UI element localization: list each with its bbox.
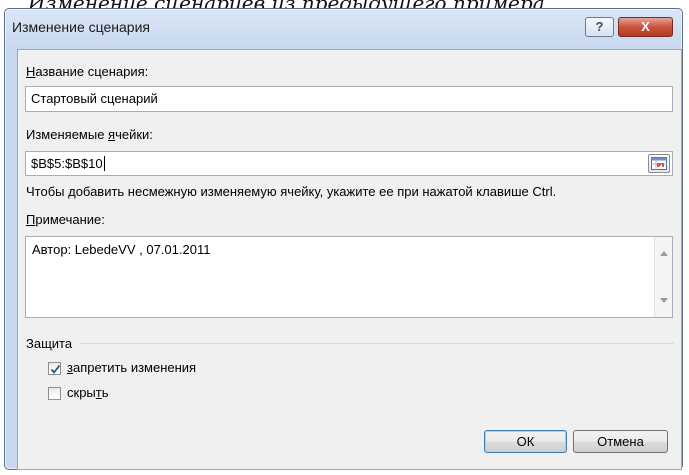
dialog-body: Название сценария: Стартовый сценарий Из… (17, 49, 682, 470)
protection-group-divider (79, 343, 674, 344)
range-selector-glyph (651, 157, 667, 170)
changing-cells-value: $B$5:$B$10 (31, 156, 103, 171)
scenario-name-input[interactable]: Стартовый сценарий (25, 86, 673, 112)
changing-cells-input[interactable]: $B$5:$B$10 (25, 151, 673, 176)
dialog-title: Изменение сценария (12, 19, 150, 35)
range-selector-icon[interactable] (648, 154, 670, 173)
scenario-name-label-accel: Н (26, 64, 36, 79)
hide-checkbox[interactable] (48, 387, 61, 400)
cells-hint-text: Чтобы добавить несмежную изменяемую ячей… (26, 184, 557, 199)
ok-button[interactable]: ОК (484, 430, 567, 453)
help-button[interactable]: ? (585, 17, 614, 37)
cancel-button[interactable]: Отмена (573, 430, 668, 453)
changing-cells-label-post: чейки: (115, 127, 153, 142)
changing-cells-label-pre: Изменяемые (26, 127, 109, 142)
checkmark-icon (50, 364, 61, 374)
comment-textarea[interactable]: Автор: LebedeVV , 07.01.2011 (25, 236, 673, 318)
prevent-changes-label[interactable]: запретить изменения (67, 360, 196, 375)
comment-value: Автор: LebedeVV , 07.01.2011 (32, 242, 211, 257)
hide-label-post: ь (101, 385, 109, 400)
comment-label-accel: П (26, 212, 36, 227)
scroll-up-icon[interactable] (660, 251, 668, 256)
scenario-name-label-text: азвание сценария: (35, 64, 149, 79)
text-caret (103, 156, 105, 171)
scenario-name-label: Название сценария: (26, 64, 148, 79)
comment-scrollbar[interactable] (654, 237, 672, 317)
edit-scenario-dialog: Изменение сценария ? X Название сценария… (4, 8, 683, 470)
close-button[interactable]: X (618, 17, 673, 37)
scroll-down-icon[interactable] (660, 298, 668, 303)
changing-cells-label: Изменяемые ячейки: (26, 127, 153, 142)
prevent-changes-checkbox[interactable] (48, 362, 61, 375)
hide-label-pre: скры (67, 385, 96, 400)
hide-label[interactable]: скрыть (67, 385, 109, 400)
scenario-name-value: Стартовый сценарий (31, 91, 158, 106)
protection-group-label: Защита (26, 336, 73, 351)
prevent-changes-text: апретить изменения (72, 360, 197, 375)
comment-label-text: римечание: (35, 212, 105, 227)
comment-label: Примечание: (26, 212, 105, 227)
